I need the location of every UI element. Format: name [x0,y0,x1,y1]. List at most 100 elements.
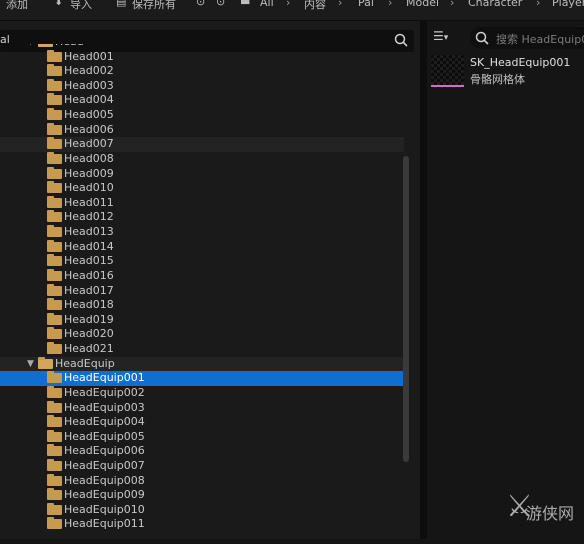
top-toolbar: 添加 ⬇ 导入 ▤ 保存所有 ⊙ ⊙ ▬ All › 内容 › Pal › Mo… [0,0,584,21]
folder-icon [47,166,62,179]
folder-icon [47,488,62,501]
tree-item-headequip-folder[interactable]: ▼ HeadEquip [0,356,404,372]
tree-item[interactable]: Head010 [0,181,404,196]
breadcrumb-player[interactable]: Player [552,0,584,12]
breadcrumb-character[interactable]: Character [468,0,522,12]
tree-item[interactable]: HeadEquip011 [0,517,404,532]
tree-item[interactable]: HeadEquip008 [0,473,404,489]
filter-icon: ☰ [433,29,444,43]
folder-icon [47,415,62,428]
tree-item[interactable]: HeadEquip003 [0,400,404,416]
tree-item[interactable]: HeadEquip001 [0,371,404,386]
folder-icon [47,342,62,355]
folder-icon [47,181,62,194]
folder-label: Head003 [64,78,114,92]
folder-label: Head006 [64,122,114,136]
chevron-right-icon: › [450,0,455,9]
folder-icon [47,298,62,311]
tree-item[interactable]: HeadEquip007 [0,458,404,474]
tree-item[interactable]: Head002 [0,64,404,79]
tree-item[interactable]: Head009 [0,166,404,182]
folder-label: Head009 [64,166,114,180]
tree-item[interactable]: HeadEquip002 [0,385,404,401]
folder-label: HeadEquip003 [64,400,145,414]
folder-icon [47,122,62,135]
folder-label: Head010 [64,181,114,195]
tree-item[interactable]: Head013 [0,225,404,240]
folder-icon [47,64,62,77]
history-back-icon[interactable]: ⊙ [196,0,208,8]
folder-icon [47,78,62,91]
panel-splitter[interactable] [420,21,427,539]
filter-button[interactable]: ☰▾ [433,29,463,47]
folder-tree: ▼HeadHead001Head002Head003Head004Head005… [0,44,404,544]
folder-label: Head012 [64,210,114,224]
chevron-down-icon[interactable]: ▼ [27,357,34,372]
tree-item[interactable]: Head011 [0,195,404,211]
folder-icon [47,210,62,223]
folder-label: Head001 [64,49,114,63]
history-forward-icon[interactable]: ⊙ [216,0,228,8]
folder-icon [47,151,62,164]
add-button[interactable]: 添加 [6,0,28,12]
folder-icon: ▬ [240,0,251,8]
tree-item[interactable]: Head016 [0,268,404,284]
folder-label: HeadEquip002 [64,385,145,399]
tree-item[interactable]: HeadEquip005 [0,429,404,445]
asset-type-color-bar [431,85,464,87]
folder-label: HeadEquip005 [64,429,145,443]
folder-icon [47,137,62,150]
chevron-right-icon: › [286,0,291,9]
tree-item[interactable]: Head018 [0,298,404,313]
tree-item[interactable]: Head005 [0,108,404,123]
chevron-right-icon: › [388,0,393,9]
folder-label: HeadEquip006 [64,444,145,458]
tree-item[interactable]: HeadEquip006 [0,444,404,459]
breadcrumb-content[interactable]: 内容 [304,0,326,12]
folder-label: Head002 [64,64,114,78]
tree-item[interactable]: Head019 [0,312,404,328]
folder-icon [47,268,62,281]
tree-item[interactable]: Head015 [0,254,404,269]
tree-item[interactable]: Head008 [0,151,404,167]
tree-scrollbar[interactable] [403,156,409,462]
tree-item[interactable]: Head007 [0,137,404,152]
breadcrumb-all[interactable]: All [260,0,274,12]
folder-icon [47,93,62,106]
import-button[interactable]: 导入 [70,0,92,12]
tree-item[interactable]: Head003 [0,78,404,94]
breadcrumb-model[interactable]: Model [406,0,439,12]
folder-label: Head011 [64,195,114,209]
tree-item[interactable]: Head001 [0,49,404,65]
folder-tree-panel: al ▼HeadHead001Head002Head003Head004Head… [0,21,420,539]
breadcrumb-pal[interactable]: Pal [358,0,374,12]
tree-item[interactable]: HeadEquip010 [0,502,404,518]
tree-item[interactable]: Head014 [0,239,404,255]
folder-icon [47,517,62,530]
folder-label: Head015 [64,254,114,268]
tree-item[interactable]: Head021 [0,342,404,357]
tree-item[interactable]: Head004 [0,93,404,108]
tree-item[interactable]: Head006 [0,122,404,138]
folder-icon [47,458,62,471]
folder-label: Head005 [64,108,114,122]
folder-label: Head017 [64,283,114,297]
tree-item[interactable]: Head020 [0,327,404,342]
folder-icon [47,502,62,515]
folder-icon [47,49,62,62]
folder-label: Head016 [64,268,114,282]
tree-item[interactable]: HeadEquip004 [0,415,404,430]
folder-icon [47,444,62,457]
folder-icon [47,385,62,398]
asset-name[interactable]: SK_HeadEquip001 [470,56,570,69]
asset-thumbnail[interactable] [431,55,464,88]
tree-item[interactable]: Head012 [0,210,404,225]
folder-icon [47,283,62,296]
watermark-text: 游侠网 [526,504,575,523]
tree-item[interactable]: Head017 [0,283,404,299]
folder-label: Head013 [64,225,114,239]
save-all-button[interactable]: 保存所有 [132,0,176,12]
asset-search-placeholder: 搜索 HeadEquip00 [496,33,584,46]
tree-item[interactable]: HeadEquip009 [0,488,404,503]
asset-search-input[interactable]: 搜索 HeadEquip00 [470,27,584,49]
